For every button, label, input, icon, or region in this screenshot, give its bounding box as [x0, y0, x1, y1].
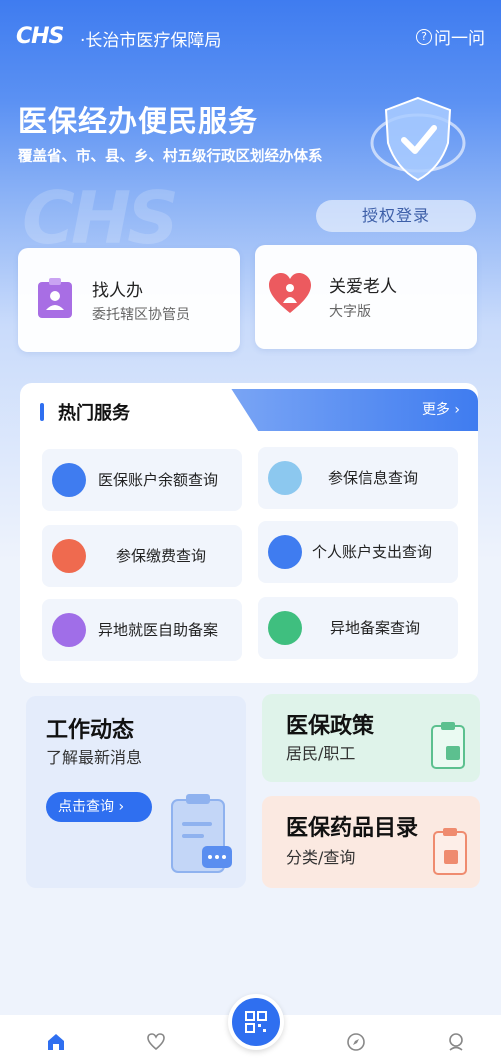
service-balance-query[interactable]: 医保账户余额查询 — [42, 449, 242, 511]
query-button[interactable]: 点击查询 › — [46, 792, 152, 822]
service-label: 参保信息查询 — [328, 469, 419, 487]
home-icon[interactable] — [46, 1032, 66, 1052]
question-icon: ? — [416, 28, 432, 45]
tile-sub: 分类/查询 — [286, 848, 356, 867]
compass-icon[interactable] — [346, 1032, 366, 1052]
elder-heart-icon — [269, 273, 311, 313]
quick-card-title: 找人办 — [92, 281, 143, 301]
card-icon — [268, 535, 302, 569]
tile-policy[interactable]: 医保政策 居民/职工 — [262, 694, 480, 782]
service-label: 参保缴费查询 — [116, 547, 207, 565]
tile-title: 工作动态 — [46, 718, 135, 743]
tile-drug-catalog[interactable]: 医保药品目录 分类/查询 — [262, 796, 480, 888]
service-insurance-info[interactable]: 参保信息查询 — [258, 447, 458, 509]
service-label: 异地就医自助备案 — [98, 621, 219, 639]
profile-icon[interactable] — [446, 1032, 466, 1052]
heart-icon[interactable] — [146, 1032, 166, 1052]
quick-card-elder-care[interactable]: 关爱老人 大字版 — [255, 245, 477, 349]
service-label: 医保账户余额查询 — [98, 471, 219, 489]
service-remote-record-query[interactable]: 异地备案查询 — [258, 597, 458, 659]
policy-document-icon — [431, 722, 465, 769]
service-payment-query[interactable]: 参保缴费查询 — [42, 525, 242, 587]
quick-card-sub: 大字版 — [329, 304, 371, 320]
ask-label: 问一问 — [434, 29, 485, 49]
hot-services-title: 热门服务 — [58, 403, 130, 424]
drug-document-icon — [433, 828, 467, 875]
shield-check-icon — [370, 96, 466, 182]
wallet-icon — [52, 463, 86, 497]
tile-sub: 居民/职工 — [286, 744, 356, 763]
clipboard-chat-icon — [171, 794, 232, 873]
hero-subtitle: 覆盖省、市、县、乡、村五级行政区划经办体系 — [18, 149, 323, 165]
service-account-expense[interactable]: 个人账户支出查询 — [258, 521, 458, 583]
shield-badge-icon — [268, 611, 302, 645]
tile-sub: 了解最新消息 — [46, 748, 143, 767]
hero-title: 医保经办便民服务 — [18, 104, 259, 138]
top-bar: CHS ·长治市医疗保障局 ? 问一问 — [16, 22, 485, 52]
tile-title: 医保政策 — [286, 714, 375, 739]
chs-logo: CHS — [16, 24, 64, 49]
document-search-icon — [268, 461, 302, 495]
qr-code-icon — [245, 1011, 267, 1033]
payment-box-icon — [52, 539, 86, 573]
service-label: 个人账户支出查询 — [312, 543, 433, 561]
section-marker — [40, 403, 44, 421]
bureau-name: ·长治市医疗保障局 — [80, 31, 222, 51]
service-remote-record[interactable]: 异地就医自助备案 — [42, 599, 242, 661]
quick-card-find-helper[interactable]: 找人办 委托辖区协管员 — [18, 248, 240, 352]
quick-card-title: 关爱老人 — [329, 277, 397, 297]
ask-button[interactable]: ? 问一问 — [416, 24, 485, 49]
hot-services-header: 热门服务 更多 › — [20, 383, 478, 431]
tile-work-news[interactable]: 工作动态 了解最新消息 点击查询 › — [26, 696, 246, 888]
auth-login-button[interactable]: 授权登录 — [316, 200, 476, 232]
tile-title: 医保药品目录 — [286, 816, 419, 841]
more-link[interactable]: 更多 › — [422, 399, 460, 419]
service-label: 异地备案查询 — [330, 619, 421, 637]
record-badge-icon — [52, 613, 86, 647]
quick-card-sub: 委托辖区协管员 — [92, 307, 190, 323]
person-card-icon — [38, 278, 72, 318]
qr-code-button[interactable] — [228, 994, 284, 1050]
hot-services-panel: 热门服务 更多 › 医保账户余额查询 参保信息查询 参保缴费查询 个人账户支出查… — [20, 383, 478, 683]
